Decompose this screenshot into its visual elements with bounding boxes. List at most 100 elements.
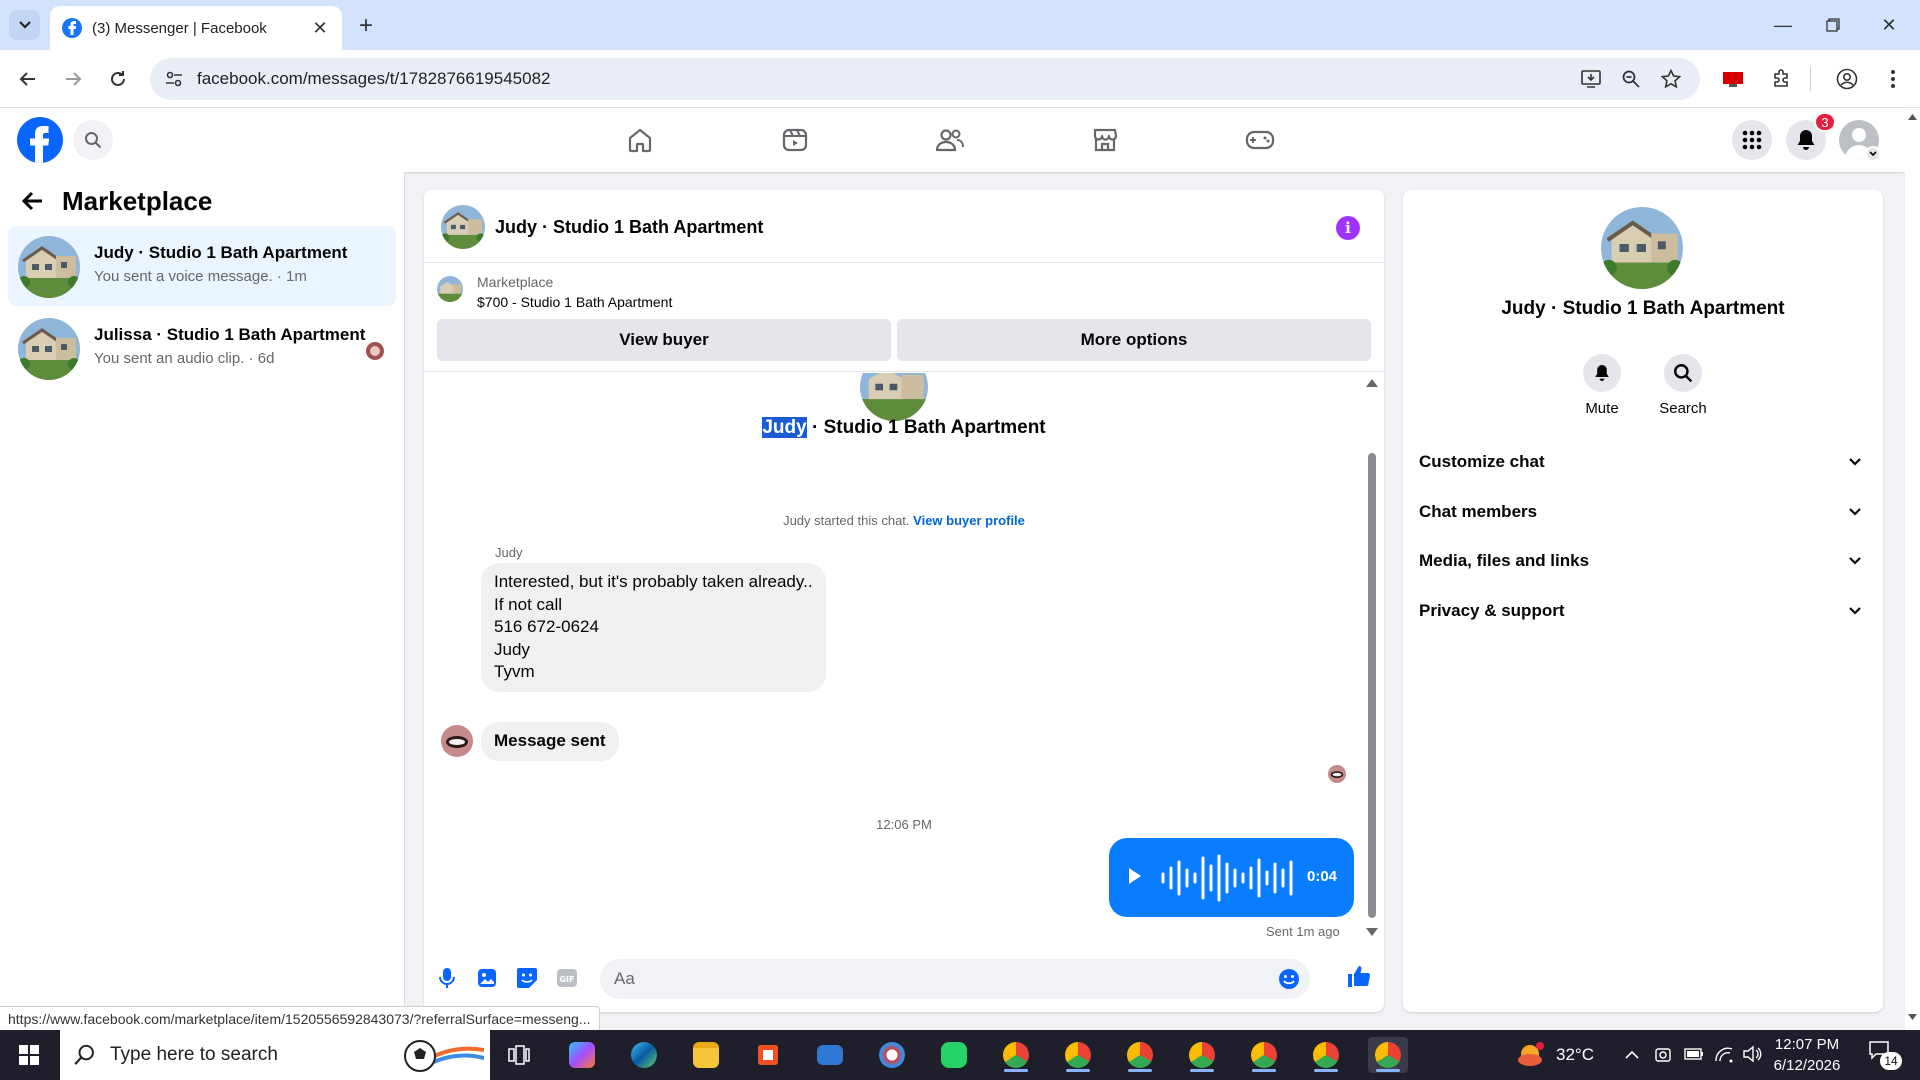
notification-center-button[interactable]: 14: [1868, 1040, 1908, 1070]
back-button[interactable]: [12, 63, 44, 95]
browser-tab-messenger[interactable]: (3) Messenger | Facebook ✕: [50, 6, 342, 50]
search-in-chat-button[interactable]: Search: [1643, 354, 1723, 417]
judy-avatar[interactable]: [441, 725, 473, 757]
account-avatar[interactable]: [1839, 120, 1883, 164]
attach-photo-button[interactable]: [474, 965, 500, 991]
chrome-app-6[interactable]: [1306, 1037, 1346, 1073]
site-settings-icon[interactable]: [164, 69, 184, 89]
message-input[interactable]: [614, 959, 1254, 999]
taskbar-search-placeholder: Type here to search: [110, 1044, 278, 1065]
profile-icon[interactable]: [1830, 62, 1864, 96]
marketplace-nav-button[interactable]: [1085, 122, 1125, 158]
like-button[interactable]: [1346, 963, 1372, 989]
house-avatar[interactable]: [1601, 207, 1683, 289]
chrome-app-5[interactable]: [1244, 1037, 1284, 1073]
chrome-app-4[interactable]: [1182, 1037, 1222, 1073]
chevron-down-icon: [1849, 458, 1861, 466]
task-view-button[interactable]: [499, 1037, 539, 1073]
paint-app[interactable]: [872, 1037, 912, 1073]
chat-details-panel: Judy · Studio 1 Bath Apartment Mute Sear…: [1403, 190, 1883, 1012]
listing-thumbnail[interactable]: [437, 276, 463, 302]
home-nav-button[interactable]: [620, 122, 660, 158]
clock-date: 6/12/2026: [1773, 1057, 1841, 1074]
message-input-container[interactable]: [600, 959, 1310, 999]
tab-search-button[interactable]: [9, 10, 40, 40]
gaming-nav-button[interactable]: [1240, 122, 1280, 158]
menu-grid-button[interactable]: [1732, 120, 1772, 160]
restore-button[interactable]: [1802, 0, 1864, 50]
conversation-item[interactable]: Julissa · Studio 1 Bath Apartment You se…: [8, 308, 396, 388]
video-nav-button[interactable]: [775, 122, 815, 158]
view-buyer-button[interactable]: View buyer: [437, 319, 891, 361]
whatsapp-app[interactable]: [934, 1037, 974, 1073]
battery-icon[interactable]: [1684, 1047, 1704, 1061]
tab-close-icon[interactable]: ✕: [310, 18, 330, 39]
more-options-button[interactable]: More options: [897, 319, 1371, 361]
bookmark-star-icon[interactable]: [1654, 62, 1688, 96]
message-line: Tyvm: [494, 662, 535, 681]
voice-message-bubble[interactable]: 0:04: [1109, 838, 1354, 917]
chrome-app-active[interactable]: [1368, 1037, 1408, 1073]
chrome-app-m[interactable]: [996, 1037, 1036, 1073]
page-scrollbar[interactable]: [1905, 108, 1920, 1030]
forward-button[interactable]: [57, 63, 89, 95]
facebook-logo-icon[interactable]: [17, 117, 63, 163]
copilot-app[interactable]: [562, 1037, 602, 1073]
soccer-ball-icon[interactable]: [400, 1034, 484, 1076]
play-icon[interactable]: [1127, 866, 1143, 886]
listing-price[interactable]: $700 - Studio 1 Bath Apartment: [477, 294, 672, 310]
install-app-icon[interactable]: [1574, 62, 1608, 96]
browser-menu-icon[interactable]: [1876, 62, 1910, 96]
scrollbar-thumb[interactable]: [1368, 453, 1376, 918]
info-icon[interactable]: i: [1336, 216, 1360, 240]
media-files-links-section[interactable]: Media, files and links: [1419, 541, 1869, 581]
start-button[interactable]: [0, 1030, 58, 1080]
extension-red-icon[interactable]: [1716, 62, 1750, 96]
extensions-puzzle-icon[interactable]: [1764, 62, 1798, 96]
meet-now-icon[interactable]: [1654, 1046, 1672, 1064]
customize-chat-section[interactable]: Customize chat: [1419, 442, 1869, 482]
microsoft-store-app[interactable]: [748, 1037, 788, 1073]
incoming-message-bubble[interactable]: Interested, but it's probably taken alre…: [481, 563, 826, 692]
close-window-button[interactable]: ✕: [1858, 0, 1920, 50]
conversation-title: Judy · Studio 1 Bath Apartment: [424, 417, 1384, 439]
search-icon: [1674, 364, 1693, 383]
chat-header-title[interactable]: Judy · Studio 1 Bath Apartment: [495, 217, 763, 238]
facebook-favicon-icon: [62, 18, 82, 38]
wifi-icon[interactable]: [1714, 1045, 1734, 1063]
taskbar-search-box[interactable]: Type here to search: [60, 1030, 490, 1080]
house-avatar[interactable]: [441, 205, 485, 249]
system-clock[interactable]: 12:07 PM 6/12/2026: [1752, 1034, 1862, 1076]
view-buyer-profile-link[interactable]: View buyer profile: [913, 513, 1025, 528]
zoom-icon[interactable]: [1614, 62, 1648, 96]
weather-icon[interactable]: [1516, 1040, 1546, 1070]
sticker-button[interactable]: [514, 965, 540, 991]
svg-text:GIF: GIF: [559, 975, 574, 984]
address-bar[interactable]: facebook.com/messages/t/1782876619545082: [150, 58, 1700, 100]
edge-app[interactable]: [624, 1037, 664, 1073]
new-tab-button[interactable]: +: [352, 12, 380, 40]
chat-members-section[interactable]: Chat members: [1419, 492, 1869, 532]
facebook-search-button[interactable]: [73, 120, 113, 160]
chrome-app-2[interactable]: [1058, 1037, 1098, 1073]
emoji-icon[interactable]: [1278, 968, 1300, 990]
back-arrow-button[interactable]: [20, 190, 44, 212]
file-explorer-app[interactable]: [686, 1037, 726, 1073]
house-avatar: [860, 373, 928, 421]
mute-button[interactable]: Mute: [1562, 354, 1642, 417]
message-sent-bubble[interactable]: Message sent: [481, 722, 619, 761]
privacy-support-section[interactable]: Privacy & support: [1419, 591, 1869, 631]
clock-time: 12:07 PM: [1774, 1036, 1840, 1053]
gif-button[interactable]: GIF: [554, 965, 580, 991]
arrow-left-icon: [19, 72, 35, 86]
conversation-item[interactable]: Judy · Studio 1 Bath Apartment You sent …: [8, 226, 396, 306]
chevron-up-icon[interactable]: [1625, 1050, 1639, 1060]
gif-icon: GIF: [557, 969, 577, 987]
search-icon: [85, 132, 102, 149]
friends-nav-button[interactable]: [930, 122, 970, 158]
marketplace-chats-sidebar: Marketplace Judy · Studio 1 Bath Apartme…: [0, 172, 405, 1030]
reload-button[interactable]: [102, 63, 134, 95]
chrome-app-3[interactable]: [1120, 1037, 1160, 1073]
voice-clip-button[interactable]: [434, 965, 460, 991]
mail-app[interactable]: [810, 1037, 850, 1073]
